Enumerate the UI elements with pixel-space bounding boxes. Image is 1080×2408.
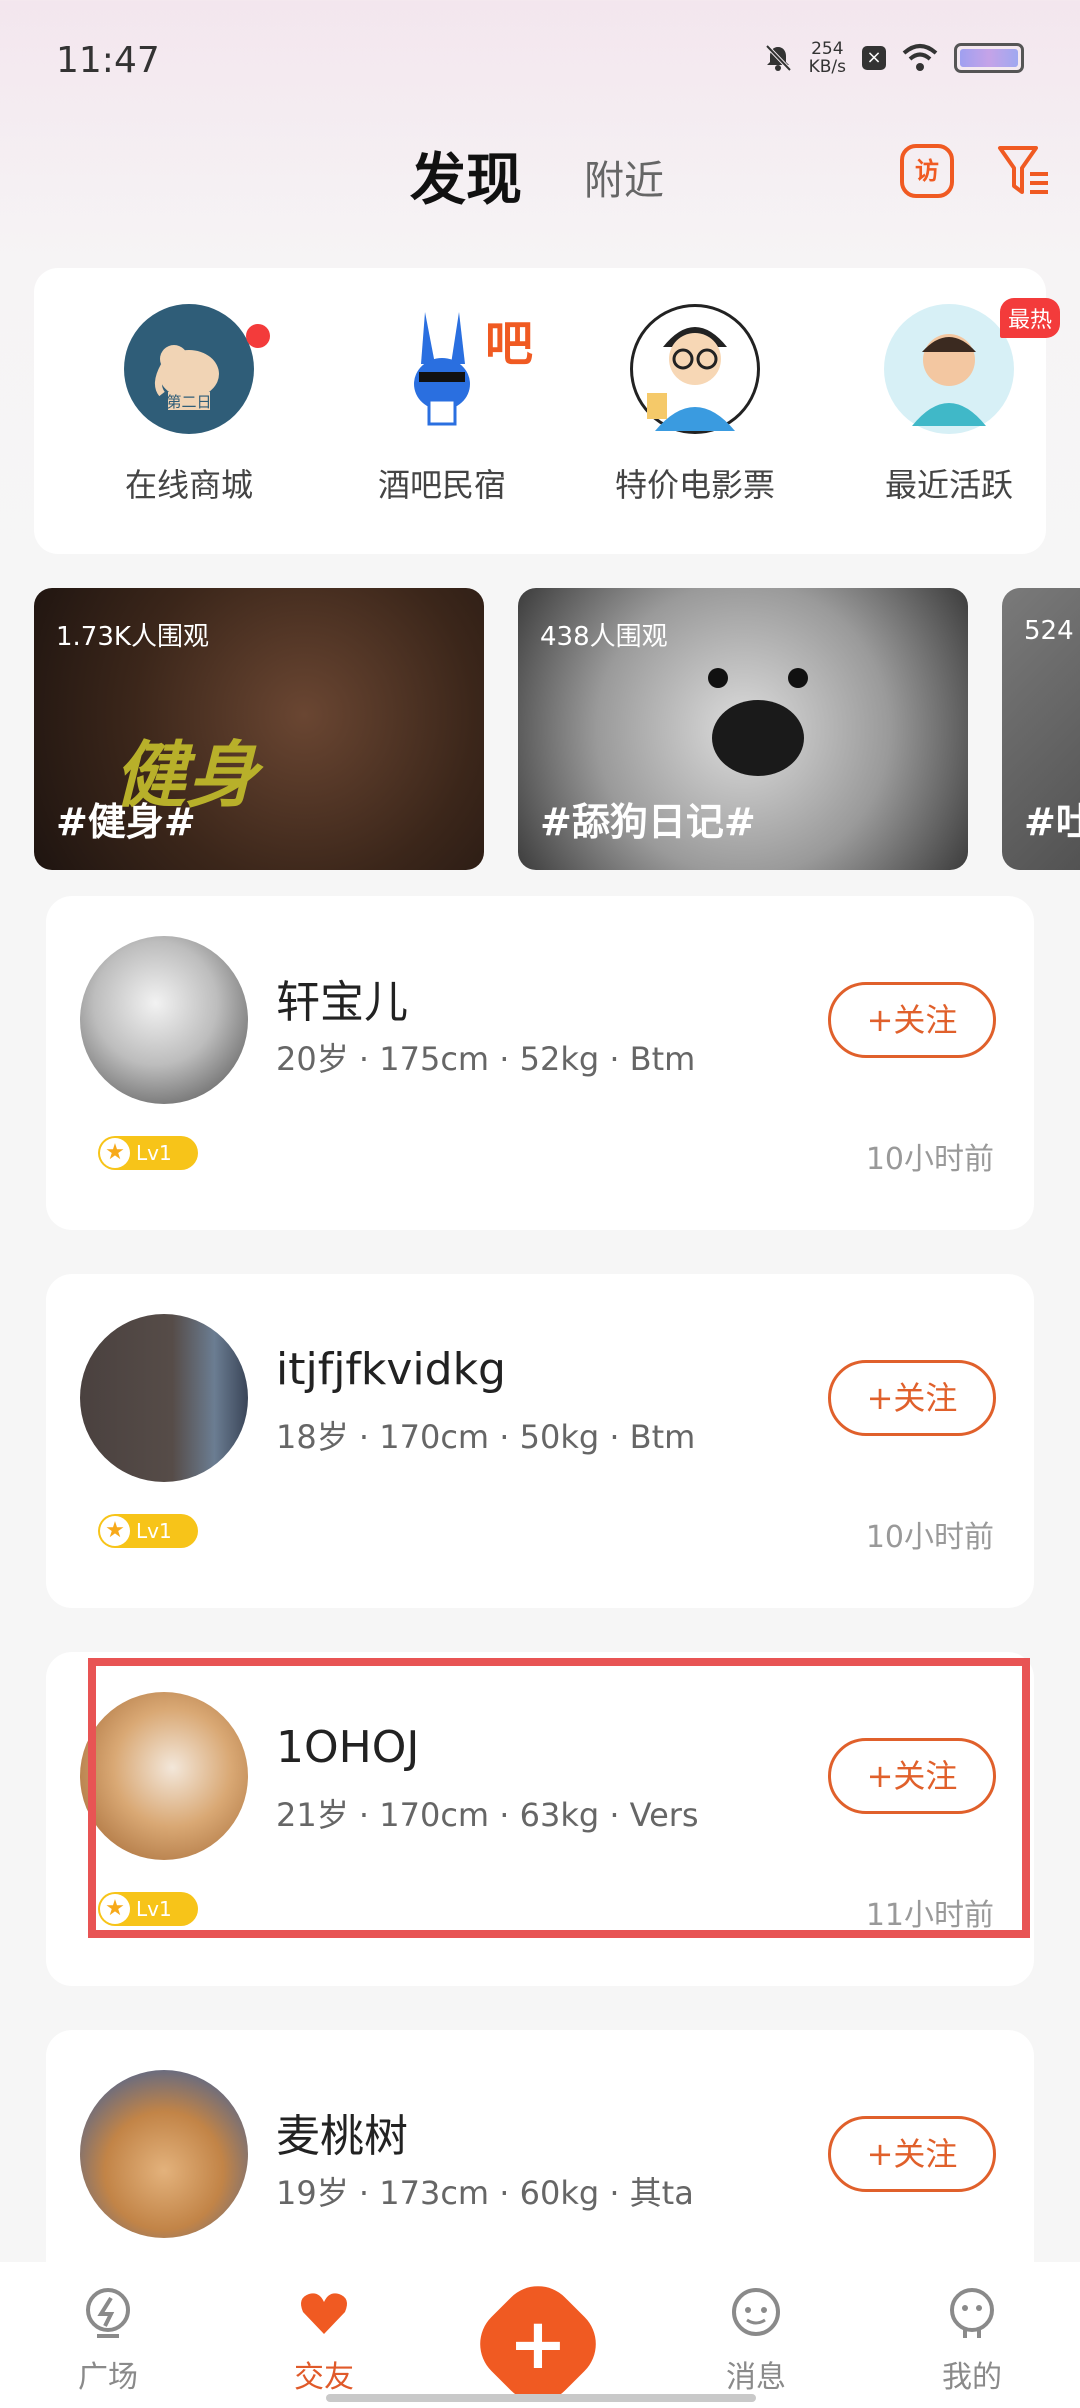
nav-profile[interactable]: 我的 bbox=[912, 2286, 1032, 2396]
network-speed: 254 KB/s bbox=[808, 39, 846, 77]
user-info: 20岁 · 175cm · 52kg · Btm bbox=[276, 1040, 696, 1078]
quick-item-label: 特价电影票 bbox=[614, 466, 775, 504]
nav-label: 消息 bbox=[726, 2360, 786, 2395]
level-badge: ★ Lv1 bbox=[98, 1136, 198, 1170]
status-bar: 11:47 254 KB/s × bbox=[0, 0, 1080, 120]
home-indicator[interactable] bbox=[326, 2394, 756, 2402]
profile-icon bbox=[950, 2288, 994, 2338]
user-info: 19岁 · 173cm · 60kg · 其ta bbox=[276, 2174, 694, 2212]
nav-dating[interactable]: 交友 bbox=[264, 2286, 384, 2396]
quick-item-label: 最近活跃 bbox=[884, 466, 1013, 504]
selection-highlight bbox=[88, 1658, 1030, 1938]
topic-tag: #吐 bbox=[1024, 800, 1080, 844]
avatar[interactable] bbox=[80, 2070, 248, 2238]
user-name: 轩宝儿 bbox=[276, 977, 408, 1028]
quick-menu: 第二日 在线商城 吧 酒吧民宿 特价电影票 最热 最近活跃 bbox=[34, 268, 1060, 554]
status-icons: 254 KB/s × bbox=[763, 40, 1024, 76]
nav-label: 交友 bbox=[294, 2360, 354, 2395]
status-time: 11:47 bbox=[56, 40, 160, 81]
topic-carousel[interactable]: 健身 1.73K人围观 #健身# 438人围观 #舔狗日记# 524 #吐 bbox=[0, 588, 1080, 870]
avatar[interactable] bbox=[80, 1314, 248, 1482]
follow-button[interactable]: +关注 bbox=[828, 1360, 996, 1436]
topic-tag: #舔狗日记# bbox=[540, 800, 756, 844]
filter-icon[interactable] bbox=[996, 142, 1050, 200]
star-icon: ★ bbox=[100, 1516, 130, 1546]
user-card[interactable]: 轩宝儿 20岁 · 175cm · 52kg · Btm +关注 ★ Lv1 10… bbox=[46, 896, 1034, 1230]
nav-label: 广场 bbox=[78, 2360, 138, 2395]
quick-item-label: 在线商城 bbox=[124, 466, 253, 504]
quick-item-movie-tickets[interactable]: 特价电影票 bbox=[590, 304, 800, 506]
notification-x-icon: × bbox=[862, 46, 886, 70]
avatar[interactable] bbox=[80, 936, 248, 1104]
user-time: 10小时前 bbox=[865, 1520, 994, 1555]
topic-card-partial[interactable]: 524 #吐 bbox=[1002, 588, 1080, 870]
visitors-button[interactable]: 访 bbox=[900, 144, 954, 198]
message-icon bbox=[732, 2288, 780, 2336]
topic-card-fitness[interactable]: 健身 1.73K人围观 #健身# bbox=[34, 588, 484, 870]
nav-messages[interactable]: 消息 bbox=[696, 2286, 816, 2396]
nav-plaza[interactable]: 广场 bbox=[48, 2286, 168, 2396]
elephant-logo-icon: 第二日 bbox=[124, 304, 254, 434]
user-time: 10小时前 bbox=[865, 1142, 994, 1177]
dog-face-image bbox=[708, 668, 808, 776]
topic-card-simp-diary[interactable]: 438人围观 #舔狗日记# bbox=[518, 588, 968, 870]
topic-views: 1.73K人围观 bbox=[56, 622, 209, 652]
user-card[interactable]: itjfjfkvidkg 18岁 · 170cm · 50kg · Btm +关… bbox=[46, 1274, 1034, 1608]
follow-button[interactable]: +关注 bbox=[828, 982, 996, 1058]
topic-views: 438人围观 bbox=[540, 622, 668, 652]
topic-views: 524 bbox=[1024, 616, 1074, 646]
nav-label: 我的 bbox=[942, 2360, 1002, 2395]
heart-icon bbox=[301, 2293, 347, 2334]
follow-button[interactable]: +关注 bbox=[828, 2116, 996, 2192]
svg-text:第二日: 第二日 bbox=[166, 393, 211, 411]
plus-icon: + bbox=[508, 2303, 568, 2385]
battery-icon bbox=[954, 43, 1024, 73]
quick-item-bar-hostel[interactable]: 吧 酒吧民宿 bbox=[337, 304, 547, 506]
new-dot bbox=[246, 324, 270, 348]
wifi-icon bbox=[902, 44, 938, 71]
quick-item-label: 酒吧民宿 bbox=[377, 466, 506, 504]
tab-nearby[interactable]: 附近 bbox=[584, 148, 664, 206]
user-name: itjfjfkvidkg bbox=[276, 1344, 506, 1395]
quick-item-online-mall[interactable]: 第二日 在线商城 bbox=[84, 304, 294, 506]
mute-bell-icon bbox=[765, 44, 792, 72]
user-info: 18岁 · 170cm · 50kg · Btm bbox=[276, 1418, 696, 1456]
quick-item-recent-active[interactable]: 最热 最近活跃 bbox=[844, 298, 1060, 506]
bottom-nav: 广场 交友 + 消息 我的 bbox=[0, 2262, 1080, 2408]
topic-tag: #健身# bbox=[56, 800, 196, 844]
hot-badge: 最热 bbox=[999, 298, 1060, 338]
bar-badge: 吧 bbox=[485, 316, 534, 372]
star-icon: ★ bbox=[100, 1138, 130, 1168]
user-name: 麦桃树 bbox=[276, 2111, 408, 2162]
tab-discover[interactable]: 发现 bbox=[410, 135, 522, 216]
movie-guy-icon bbox=[630, 304, 760, 434]
top-header: 发现 附近 访 bbox=[0, 130, 1080, 213]
level-badge: ★ Lv1 bbox=[98, 1514, 198, 1548]
active-user-icon bbox=[884, 304, 1014, 434]
plaza-icon bbox=[86, 2288, 130, 2338]
